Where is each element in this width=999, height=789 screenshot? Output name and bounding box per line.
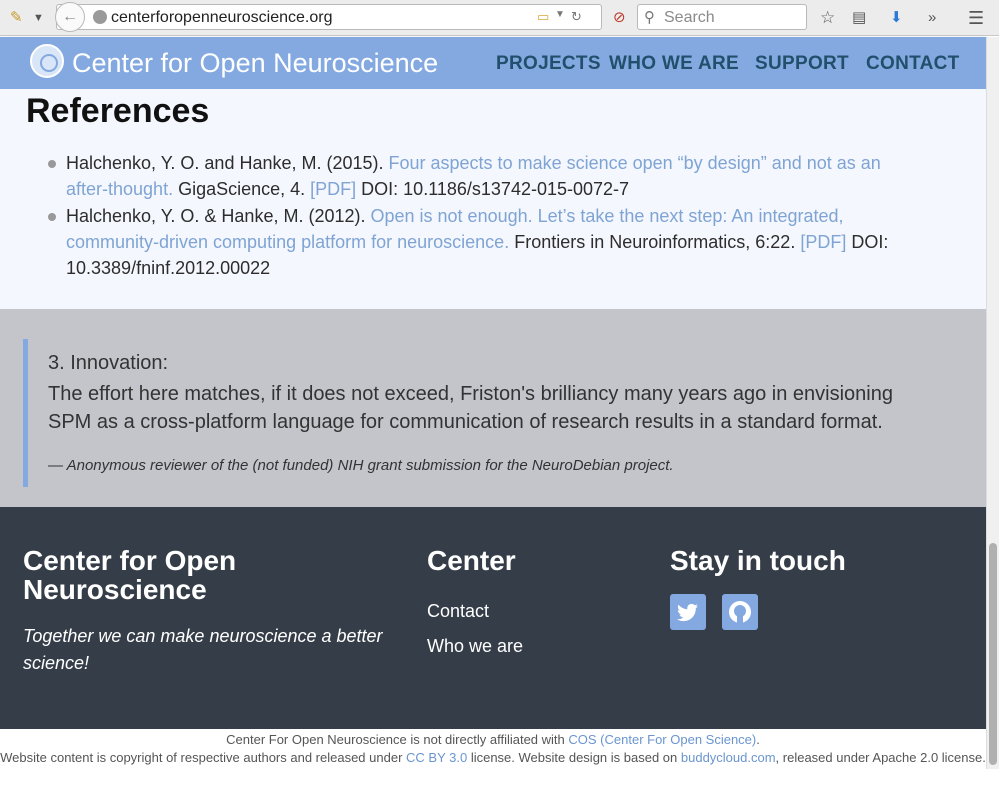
quote-accent-bar	[23, 339, 28, 487]
reference-authors: Halchenko, Y. O. and Hanke, M. (2015).	[66, 153, 389, 173]
reference-journal: GigaScience, 4.	[173, 179, 311, 199]
footer-who-we-are-link[interactable]: Who we are	[427, 636, 523, 657]
twitter-icon	[677, 603, 698, 622]
page-scrollbar[interactable]	[986, 37, 999, 769]
block-icon[interactable]: ⊘	[613, 9, 626, 27]
nav-support[interactable]: SUPPORT	[755, 53, 849, 75]
back-button[interactable]: ←	[55, 2, 85, 32]
cc-by-link[interactable]: CC BY 3.0	[406, 750, 467, 765]
site-navbar: Center for Open Neuroscience PROJECTS WH…	[0, 37, 986, 89]
download-icon[interactable]: ⬇	[890, 9, 903, 27]
star-icon[interactable]: ☆	[820, 9, 835, 27]
period-text: .	[756, 732, 760, 747]
menu-icon[interactable]: ☰	[968, 9, 984, 27]
pdf-link[interactable]: [PDF]	[800, 232, 846, 252]
nav-who-we-are[interactable]: WHO WE ARE	[609, 53, 739, 75]
site-brand[interactable]: Center for Open Neuroscience	[72, 48, 438, 79]
buddycloud-link[interactable]: buddycloud.com	[681, 750, 776, 765]
cos-link[interactable]: COS (Center For Open Science)	[568, 732, 756, 747]
github-icon	[729, 601, 751, 623]
license-text: Website content is copyright of respecti…	[0, 750, 407, 765]
nav-projects[interactable]: PROJECTS	[496, 53, 601, 75]
affiliation-text: Center For Open Neuroscience is not dire…	[226, 732, 569, 747]
search-icon: ⚲	[644, 9, 655, 26]
copyright-strip: Center For Open Neuroscience is not dire…	[0, 729, 986, 769]
globe-icon	[93, 10, 107, 24]
twitter-button[interactable]	[670, 594, 706, 630]
browser-toolbar: ✎ ▼ ← centerforopenneuroscience.org ▭ ▼ …	[0, 0, 999, 36]
github-button[interactable]	[722, 594, 758, 630]
reload-icon[interactable]: ↻	[571, 9, 582, 25]
brain-logo-icon[interactable]	[30, 44, 64, 78]
reference-item: Halchenko, Y. O. & Hanke, M. (2012). Ope…	[48, 203, 916, 281]
url-text: centerforopenneuroscience.org	[111, 9, 333, 26]
overflow-icon[interactable]: »	[928, 9, 936, 27]
nav-contact[interactable]: CONTACT	[866, 53, 960, 75]
footer-stay-in-touch-heading: Stay in touch	[670, 545, 846, 576]
license-line: Website content is copyright of respecti…	[0, 750, 986, 765]
arrow-left-icon: ←	[62, 8, 78, 25]
reference-authors: Halchenko, Y. O. & Hanke, M. (2012).	[66, 206, 371, 226]
footer-center-heading: Center	[427, 545, 516, 576]
pencil-icon[interactable]: ✎	[10, 9, 23, 27]
clipboard-icon[interactable]: ▤	[852, 9, 866, 27]
search-bar[interactable]: ⚲ Search	[637, 4, 807, 30]
affiliation-line: Center For Open Neuroscience is not dire…	[0, 732, 986, 747]
chevron-down-icon[interactable]: ▼	[555, 9, 565, 20]
search-input[interactable]: Search	[664, 9, 715, 27]
folder-icon[interactable]: ▭	[537, 9, 549, 25]
footer-contact-link[interactable]: Contact	[427, 601, 489, 622]
footer-tagline: Together we can make neuroscience a bett…	[23, 626, 383, 673]
footer-brand-heading: Center for Open Neuroscience	[23, 545, 237, 605]
quote-title: 3. Innovation:	[48, 352, 169, 374]
quote-section: 3. Innovation: The effort here matches, …	[0, 309, 986, 507]
url-bar[interactable]: ← centerforopenneuroscience.org ▭ ▼ ↻	[55, 2, 602, 32]
bullet-icon	[48, 213, 56, 221]
chevron-down-icon[interactable]: ▼	[33, 9, 44, 27]
license-mid-text: license. Website design is based on	[467, 750, 681, 765]
license-end-text: , released under Apache 2.0 license.	[775, 750, 986, 765]
window-bottom	[0, 769, 999, 789]
bullet-icon	[48, 160, 56, 168]
main-content: References Halchenko, Y. O. and Hanke, M…	[0, 89, 986, 309]
quote-body: The effort here matches, if it does not …	[48, 383, 893, 433]
scrollbar-thumb[interactable]	[989, 543, 997, 765]
reference-item: Halchenko, Y. O. and Hanke, M. (2015). F…	[48, 150, 916, 202]
references-heading: References	[26, 92, 210, 130]
site-footer: Center for Open Neuroscience Together we…	[0, 507, 986, 729]
quote-citation: — Anonymous reviewer of the (not funded)…	[48, 457, 674, 474]
reference-doi: DOI: 10.1186/s13742-015-0072-7	[356, 179, 630, 199]
pdf-link[interactable]: [PDF]	[310, 179, 356, 199]
reference-journal: Frontiers in Neuroinformatics, 6:22.	[509, 232, 801, 252]
